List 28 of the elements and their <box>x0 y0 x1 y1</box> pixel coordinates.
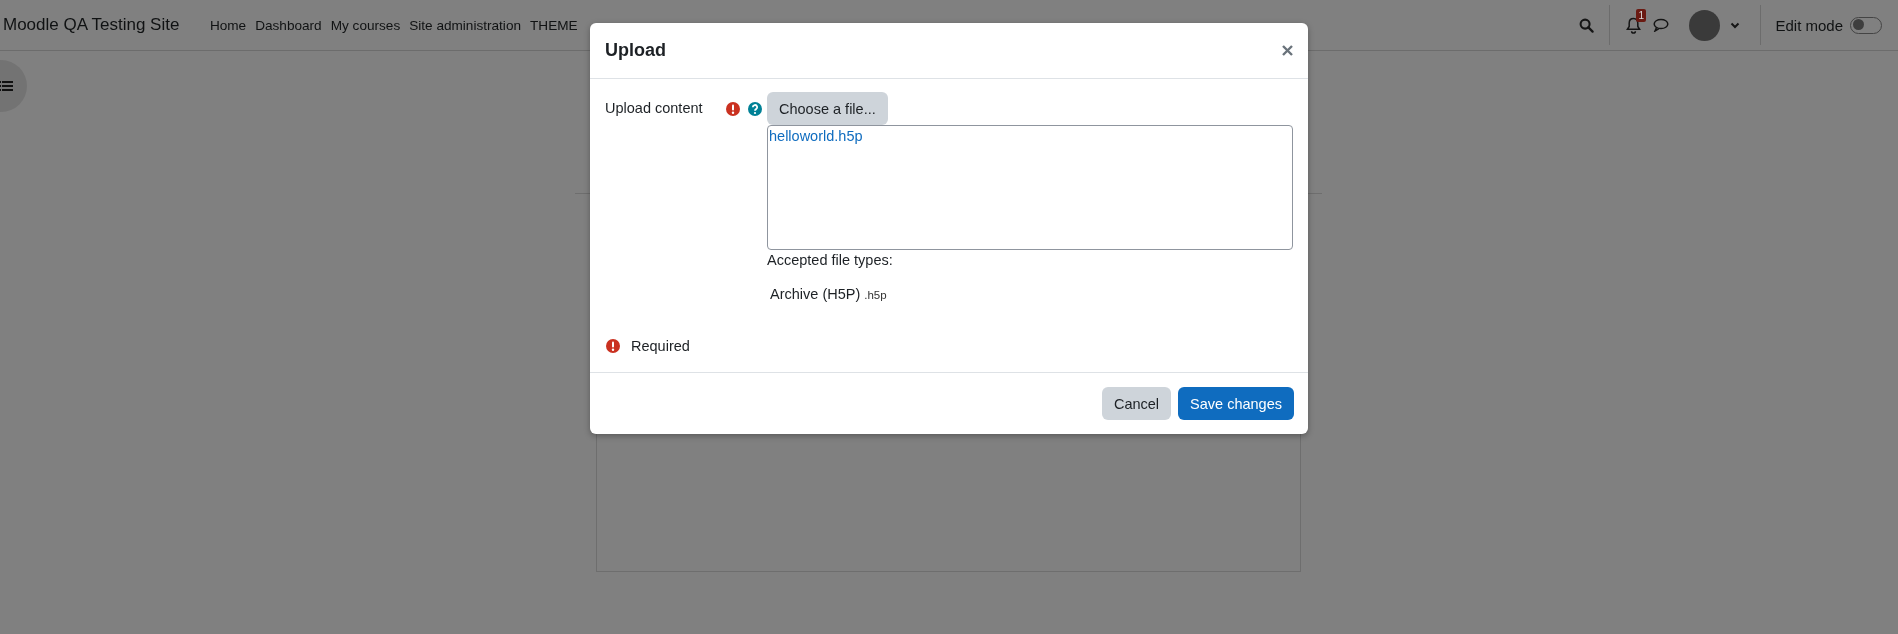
file-drop-area[interactable]: helloworld.h5p <box>767 125 1293 250</box>
nav-link[interactable]: Site administration <box>404 17 526 33</box>
close-icon[interactable] <box>1282 45 1293 56</box>
site-name[interactable]: Moodle QA Testing Site <box>3 15 180 35</box>
cancel-button[interactable]: Cancel <box>1101 387 1172 420</box>
file-extension: .h5p <box>864 289 887 301</box>
nav-link[interactable]: THEME <box>525 17 583 33</box>
edit-mode-label: Edit mode <box>1775 16 1843 34</box>
accepted-types-label: Accepted file types: <box>767 252 894 268</box>
choose-file-button[interactable]: Choose a file... <box>767 92 888 125</box>
nav-link[interactable]: Home <box>205 17 251 33</box>
search-icon[interactable] <box>1579 17 1595 33</box>
notification-badge: 1 <box>1636 8 1646 22</box>
list-icon <box>0 80 13 92</box>
dialog-title: Upload <box>605 40 666 61</box>
user-avatar[interactable] <box>1689 9 1721 41</box>
required-note: Required <box>631 338 690 354</box>
required-icon <box>605 338 621 354</box>
edit-mode-toggle[interactable] <box>1850 16 1882 34</box>
caret-icon[interactable] <box>1730 21 1741 29</box>
save-button[interactable]: Save changes <box>1178 387 1294 420</box>
file-link[interactable]: helloworld.h5p <box>769 128 863 144</box>
chat-bubble-icon[interactable] <box>1653 18 1670 32</box>
nav-link[interactable]: Dashboard <box>250 17 327 33</box>
file-type-name: Archive (H5P) <box>770 286 861 302</box>
nav-link[interactable]: My courses <box>326 17 405 33</box>
help-icon[interactable] <box>747 101 763 117</box>
field-label: Upload content <box>605 99 704 118</box>
